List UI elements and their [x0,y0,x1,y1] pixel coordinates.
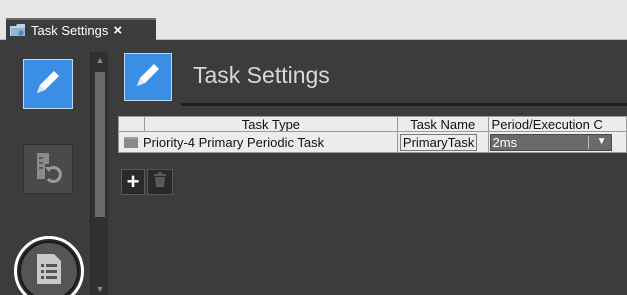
select-divider [587,135,589,149]
trash-icon [154,172,166,192]
scroll-down-icon[interactable]: ▼ [94,284,106,294]
task-list-button[interactable] [14,236,84,295]
column-header-icon [119,117,145,131]
restore-button[interactable] [23,144,73,194]
editor-tab-strip: Task Settings × [0,0,627,41]
task-type-cell: Priority-4 Primary Periodic Task [119,132,398,152]
period-cell: 2ms ▼ [489,132,626,152]
table-header: Task Type Task Name Period/Execution C [118,116,627,132]
edit-mode-button[interactable] [23,59,73,109]
add-task-button[interactable]: + [121,169,145,195]
close-icon[interactable]: × [113,23,122,38]
title-divider [181,103,627,106]
task-name-field[interactable]: PrimaryTask [399,133,478,151]
column-header-task-name[interactable]: Task Name [398,117,489,131]
pencil-icon [32,66,64,103]
side-panel-scrollbar[interactable]: ▲ ▼ [90,52,108,295]
task-list-button-face [19,241,79,295]
table-row[interactable]: Priority-4 Primary Periodic Task Primary… [118,132,627,153]
task-type-value: Priority-4 Primary Periodic Task [143,134,325,150]
delete-task-button[interactable] [147,169,173,195]
plus-icon: + [126,169,140,194]
main-panel: Task Settings Task Type Task Name Period… [111,41,627,295]
column-header-task-type[interactable]: Task Type [145,117,398,131]
period-select[interactable]: 2ms ▼ [489,133,612,151]
pencil-icon [132,59,164,96]
task-table: Task Type Task Name Period/Execution C P… [118,116,627,159]
scroll-thumb[interactable] [95,72,105,217]
undo-document-icon [31,150,65,189]
tab-label: Task Settings [31,23,109,38]
task-name-cell: PrimaryTask [398,132,489,152]
period-value: 2ms [492,134,518,150]
scroll-up-icon[interactable]: ▲ [94,55,106,65]
chevron-down-icon[interactable]: ▼ [597,136,607,147]
list-document-icon [34,252,64,291]
title-pencil-badge [124,53,172,101]
folder-settings-icon [10,24,26,37]
task-folder-icon [124,136,138,148]
tab-task-settings[interactable]: Task Settings × [6,18,156,41]
column-header-period[interactable]: Period/Execution C [489,117,626,131]
page-title: Task Settings [193,62,330,88]
